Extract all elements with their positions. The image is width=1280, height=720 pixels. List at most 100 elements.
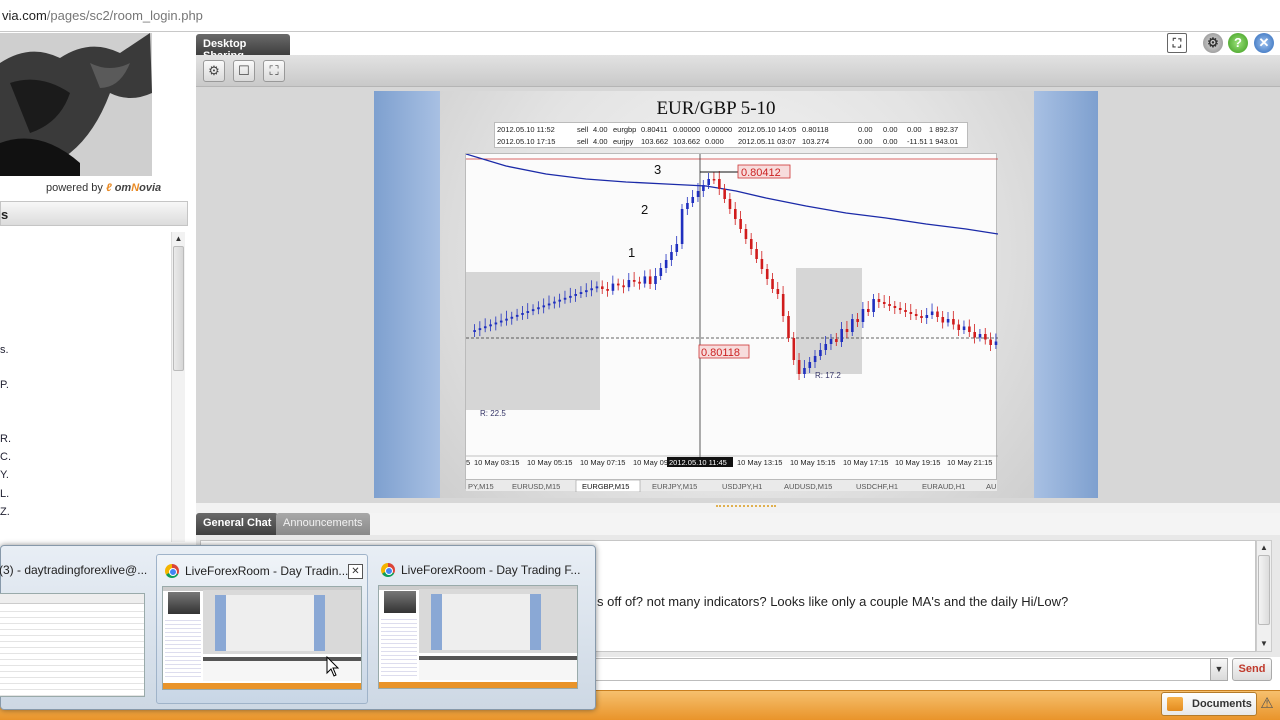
- candle-body: [526, 311, 530, 313]
- candle-body: [531, 309, 535, 312]
- symbol-tab[interactable]: EURAUD,H1: [922, 482, 965, 491]
- preview-item-gmail[interactable]: (3) - daytradingforexlive@...: [0, 554, 150, 704]
- candle-body: [702, 185, 705, 191]
- documents-button[interactable]: Documents: [1161, 692, 1257, 716]
- candle-body: [914, 314, 918, 316]
- candle-body: [696, 191, 700, 197]
- candle-body: [675, 244, 679, 252]
- scroll-up-icon[interactable]: ▲: [173, 233, 184, 244]
- preview-title: LiveForexRoom - Day Tradin...: [185, 564, 349, 578]
- candle-body: [845, 329, 849, 332]
- symbol-tab[interactable]: EURUSD,M15: [512, 482, 560, 491]
- list-item[interactable]: C.: [0, 451, 11, 463]
- time-label: 10 May 07:15: [580, 458, 625, 467]
- panel-splitter[interactable]: [196, 503, 1280, 513]
- candle-body: [595, 286, 599, 289]
- symbol-tab[interactable]: EURJPY,M15: [652, 482, 697, 491]
- candle-body: [734, 209, 737, 219]
- candle-body: [499, 320, 503, 323]
- window-button[interactable]: ☐: [233, 60, 255, 82]
- list-item[interactable]: Z.: [0, 506, 10, 518]
- chrome-icon: [381, 563, 395, 577]
- symbol-tab[interactable]: USDJPY,H1: [722, 482, 762, 491]
- scroll-down-icon[interactable]: ▼: [1259, 639, 1269, 649]
- scroll-thumb[interactable]: [173, 246, 184, 371]
- symbol-tab[interactable]: AU: [986, 482, 996, 491]
- candle-body: [723, 189, 726, 199]
- candle-body: [680, 209, 684, 244]
- fit-screen-button[interactable]: ⛶: [263, 60, 285, 82]
- close-icon[interactable]: ✕: [348, 564, 363, 579]
- square-icon: ☐: [238, 63, 250, 78]
- candle-body: [819, 350, 822, 356]
- gear-icon[interactable]: ⚙: [1203, 33, 1223, 53]
- candle-body: [547, 303, 551, 306]
- tab-announcements[interactable]: Announcements: [276, 513, 370, 535]
- scroll-thumb[interactable]: [1258, 555, 1270, 625]
- price-high-label: 0.80412: [741, 167, 781, 179]
- table-cell: 0.00000: [705, 125, 733, 134]
- table-cell: 2012.05.10 14:05: [738, 125, 797, 134]
- address-bar[interactable]: via.com/pages/sc2/room_login.php: [0, 0, 1280, 32]
- list-item[interactable]: Y.: [0, 469, 9, 481]
- candle-body: [515, 314, 519, 317]
- symbol-tab[interactable]: PY,M15: [468, 482, 494, 491]
- tab-general-chat[interactable]: General Chat: [196, 513, 279, 535]
- symbol-tab[interactable]: USDCHF,H1: [856, 482, 898, 491]
- symbol-tabs: PY,M15 EURUSD,M15 EURGBP,M15 EURJPY,M15 …: [466, 479, 997, 493]
- folder-icon: [1167, 697, 1183, 711]
- list-item[interactable]: P.: [0, 379, 9, 391]
- symbol-tab[interactable]: EURGBP,M15: [582, 482, 629, 491]
- list-item[interactable]: s.: [0, 344, 9, 356]
- candle-body: [851, 319, 854, 332]
- close-icon[interactable]: ✕: [1254, 33, 1274, 53]
- candle-body: [755, 249, 758, 259]
- candle-body: [861, 309, 865, 322]
- user-list-header: s: [0, 201, 188, 226]
- send-button[interactable]: Send: [1232, 658, 1272, 681]
- shared-screen: EUR/GBP 5-10 2012.05.10 11:52 sell 4.00 …: [374, 91, 1098, 498]
- candle-body: [664, 260, 668, 268]
- chat-dropdown-button[interactable]: ▼: [1210, 658, 1228, 681]
- chat-scrollbar[interactable]: ▲ ▼: [1256, 540, 1272, 652]
- candle-body: [601, 286, 604, 289]
- candle-body: [973, 332, 976, 338]
- candle-body: [787, 316, 790, 338]
- table-cell: 103.662: [641, 137, 669, 146]
- url-text[interactable]: via.com/pages/sc2/room_login.php: [2, 8, 203, 23]
- candle-body: [877, 299, 881, 302]
- list-item[interactable]: R.: [0, 433, 11, 445]
- table-cell: -11.51: [907, 137, 928, 146]
- splitter-grip[interactable]: [716, 505, 776, 511]
- time-label: 10 May 03:15: [474, 458, 519, 467]
- help-icon[interactable]: ?: [1228, 33, 1248, 53]
- candle-body: [744, 229, 748, 239]
- user-list-scrollbar[interactable]: ▲: [171, 232, 185, 542]
- candle-body: [638, 281, 641, 284]
- candle-body: [510, 316, 514, 319]
- candle-body: [888, 304, 891, 306]
- candle-body: [478, 328, 482, 331]
- candle-body: [569, 295, 572, 298]
- user-list[interactable]: s. P. R. C. Y. L. Z.: [0, 228, 172, 548]
- table-cell: sell: [577, 125, 589, 134]
- settings-button[interactable]: ⚙: [203, 60, 225, 82]
- candle-body: [574, 294, 577, 296]
- table-cell: 4.00: [593, 125, 608, 134]
- candle-body: [718, 179, 721, 189]
- list-item[interactable]: L.: [0, 488, 9, 500]
- expand-icon[interactable]: ⛶: [1167, 33, 1187, 53]
- time-label: 10 May 17:15: [843, 458, 888, 467]
- warning-icon[interactable]: ⚠: [1258, 694, 1276, 714]
- table-cell: eurgbp: [613, 125, 637, 134]
- slide-left-border: [374, 91, 440, 498]
- tab-desktop-sharing[interactable]: Desktop Sharing: [196, 34, 290, 62]
- candle-body: [882, 302, 886, 304]
- candle-body: [670, 252, 673, 260]
- scroll-up-icon[interactable]: ▲: [1259, 543, 1269, 553]
- preview-item-liveforexroom-1[interactable]: LiveForexRoom - Day Tradin... ✕: [156, 554, 368, 704]
- candle-body: [728, 199, 732, 209]
- symbol-tab[interactable]: AUDUSD,M15: [784, 482, 832, 491]
- preview-item-liveforexroom-2[interactable]: LiveForexRoom - Day Trading F...: [375, 554, 587, 704]
- candle-body: [904, 310, 907, 312]
